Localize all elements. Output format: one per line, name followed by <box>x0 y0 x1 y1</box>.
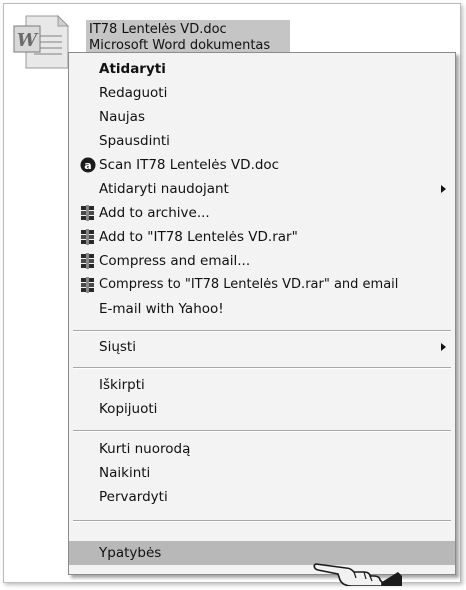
menu-item-label: Add to "IT78 Lentelės VD.rar" <box>99 229 298 245</box>
word-document-icon[interactable]: W <box>12 14 70 70</box>
menu-item-scan[interactable]: a Scan IT78 Lentelės VD.doc <box>69 153 455 177</box>
winrar-archive-icon <box>80 205 96 221</box>
menu-item-pervardyti[interactable]: Pervardyti <box>69 485 455 509</box>
winrar-archive-icon <box>80 277 96 293</box>
menu-separator <box>73 367 451 369</box>
menu-item-label: Kurti nuorodą <box>99 441 191 457</box>
winrar-archive-icon <box>80 253 96 269</box>
menu-item-label: Compress to "IT78 Lentelės VD.rar" and e… <box>99 277 399 292</box>
menu-item-kopijuoti[interactable]: Kopijuoti <box>69 397 455 421</box>
svg-text:a: a <box>84 159 91 172</box>
menu-item-atidaryti-naudojant[interactable]: Atidaryti naudojant <box>69 177 455 201</box>
menu-item-label: Naikinti <box>99 465 151 481</box>
antivirus-scan-icon: a <box>80 157 96 173</box>
pointing-hand-icon <box>312 554 402 587</box>
submenu-arrow-icon <box>441 185 446 193</box>
menu-item-naujas[interactable]: Naujas <box>69 105 455 129</box>
winrar-archive-icon <box>80 229 96 245</box>
file-label-selection[interactable]: IT78 Lentelės VD.doc Microsoft Word doku… <box>86 20 290 56</box>
menu-item-label: Scan IT78 Lentelės VD.doc <box>99 157 280 173</box>
menu-item-redaguoti[interactable]: Redaguoti <box>69 81 455 105</box>
context-menu: Atidaryti Redaguoti Naujas Spausdinti a … <box>68 52 456 575</box>
menu-item-label: Pervardyti <box>99 489 168 505</box>
menu-item-compress-to-rar-and-email[interactable]: Compress to "IT78 Lentelės VD.rar" and e… <box>69 273 455 297</box>
menu-separator <box>73 330 451 332</box>
menu-item-label: Naujas <box>99 109 145 125</box>
file-name: IT78 Lentelės VD.doc <box>89 22 227 37</box>
menu-item-label: E-mail with Yahoo! <box>99 301 224 317</box>
submenu-arrow-icon <box>441 343 446 351</box>
menu-separator <box>73 520 451 522</box>
menu-item-label: Atidaryti <box>99 61 166 77</box>
menu-item-add-to-rar[interactable]: Add to "IT78 Lentelės VD.rar" <box>69 225 455 249</box>
menu-item-label: Siųsti <box>99 339 136 355</box>
menu-item-label: Spausdinti <box>99 133 170 149</box>
menu-item-naikinti[interactable]: Naikinti <box>69 461 455 485</box>
menu-separator <box>73 430 451 432</box>
menu-item-email-yahoo[interactable]: E-mail with Yahoo! <box>69 297 455 321</box>
menu-item-siusti[interactable]: Siųsti <box>69 335 455 359</box>
menu-item-add-to-archive[interactable]: Add to archive... <box>69 201 455 225</box>
menu-item-label: Add to archive... <box>99 205 210 221</box>
menu-item-kurti-nuoroda[interactable]: Kurti nuorodą <box>69 437 455 461</box>
menu-item-label: Compress and email... <box>99 253 251 269</box>
menu-item-spausdinti[interactable]: Spausdinti <box>69 129 455 153</box>
menu-item-compress-and-email[interactable]: Compress and email... <box>69 249 455 273</box>
menu-item-label: Redaguoti <box>99 85 168 101</box>
menu-item-label: Kopijuoti <box>99 401 158 417</box>
menu-item-label: Iškirpti <box>99 377 145 393</box>
menu-item-label: Ypatybės <box>99 545 162 561</box>
menu-item-label: Atidaryti naudojant <box>99 181 229 197</box>
menu-item-iskirpti[interactable]: Iškirpti <box>69 373 455 397</box>
menu-item-atidaryti[interactable]: Atidaryti <box>69 57 455 81</box>
svg-text:W: W <box>17 30 39 51</box>
